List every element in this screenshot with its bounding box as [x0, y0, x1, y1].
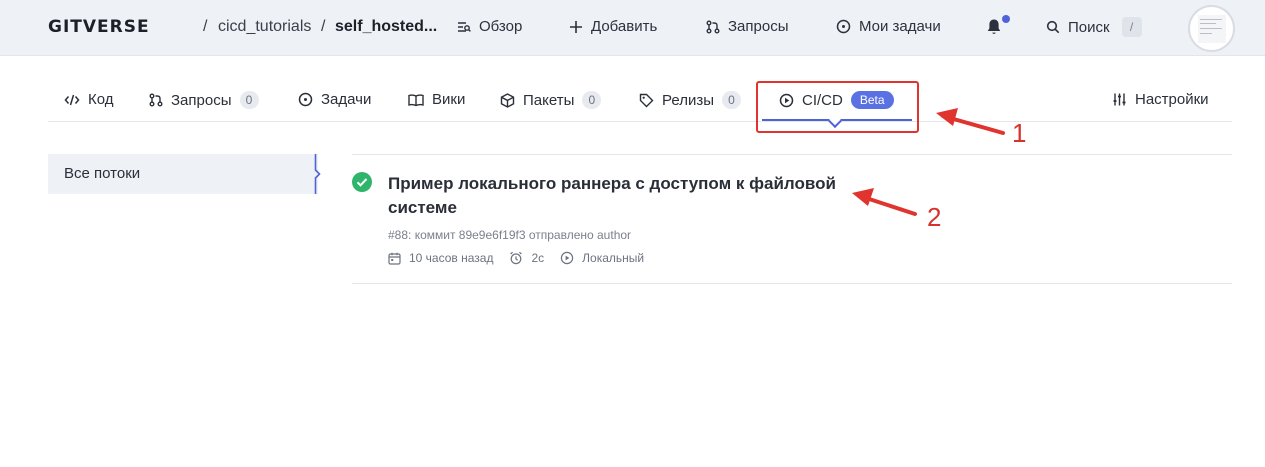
annotation-arrow-2 — [852, 188, 917, 216]
annotation-number-2: 2 — [927, 202, 942, 232]
annotation-arrow-1 — [936, 108, 1005, 135]
annotation-number-1: 1 — [1012, 118, 1027, 148]
annotation-arrows — [852, 108, 1005, 216]
